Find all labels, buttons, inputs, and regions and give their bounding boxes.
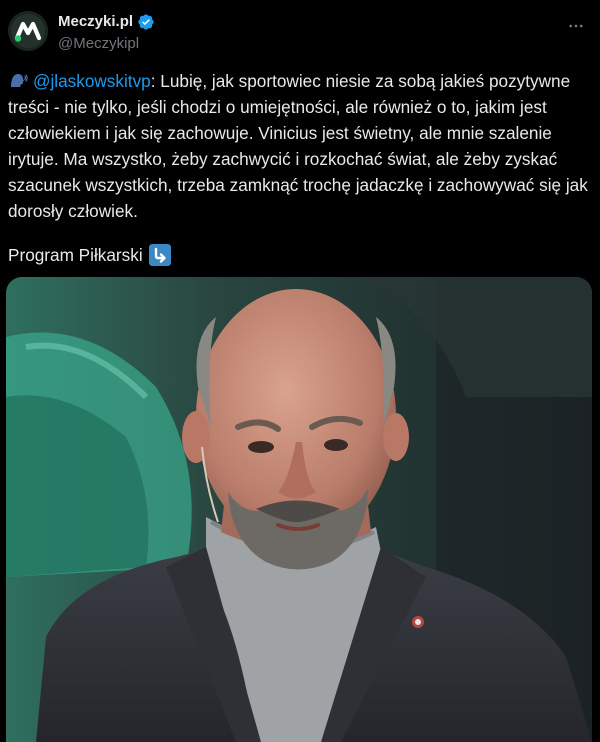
studio-guest-photo bbox=[6, 277, 592, 742]
more-dots-icon bbox=[569, 24, 583, 28]
tweet-media-photo[interactable] bbox=[6, 277, 592, 742]
program-label: Program Piłkarski bbox=[8, 245, 143, 265]
more-options-button[interactable] bbox=[564, 14, 588, 38]
tweet-body: : Lubię, jak sportowiec niesie za sobą j… bbox=[8, 71, 593, 221]
author-name-row: Meczyki.pl bbox=[58, 13, 155, 31]
speaking-head-icon bbox=[11, 74, 28, 87]
meczyki-logo-icon bbox=[8, 11, 48, 51]
arrow-down-right-icon bbox=[148, 244, 171, 266]
author-handle[interactable]: @Meczykipl bbox=[58, 35, 139, 53]
verified-badge-icon bbox=[138, 14, 154, 30]
author-display-name[interactable]: Meczyki.pl bbox=[58, 13, 133, 31]
program-line: Program Piłkarski bbox=[8, 242, 171, 268]
tweet-post: Meczyki.pl @Meczykipl @jlaskowskitvp: Lu… bbox=[0, 0, 600, 742]
author-avatar[interactable] bbox=[8, 11, 48, 51]
mention-link[interactable]: @jlaskowskitvp bbox=[33, 71, 151, 91]
tweet-text: @jlaskowskitvp: Lubię, jak sportowiec ni… bbox=[8, 68, 592, 224]
